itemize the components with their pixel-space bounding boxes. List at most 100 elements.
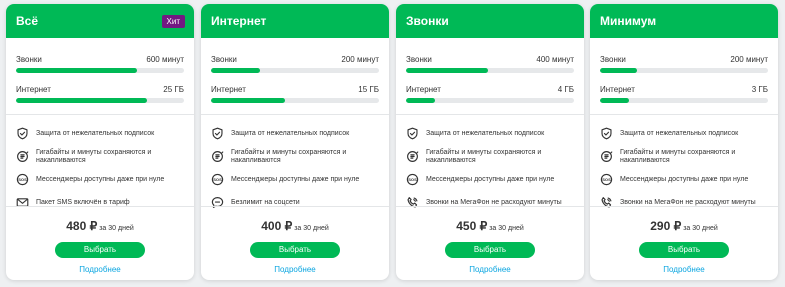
feature-item: Защита от нежелательных подписок: [600, 122, 768, 145]
svg-text:SOS: SOS: [408, 177, 417, 182]
internet-meter: Интернет 4 ГБ: [396, 85, 584, 103]
feature-text: Защита от нежелательных подписок: [620, 129, 739, 137]
card-footer: 400 ₽ за 30 дней Выбрать Подробнее: [201, 206, 389, 274]
internet-label: Интернет: [406, 85, 441, 94]
feature-item: SOS Мессенджеры доступны даже при нуле: [211, 168, 379, 191]
internet-bar: [406, 98, 574, 103]
card-footer: 450 ₽ за 30 дней Выбрать Подробнее: [396, 206, 584, 274]
feature-list: Защита от нежелательных подписок Гигабай…: [590, 115, 778, 214]
internet-bar-fill: [406, 98, 435, 103]
internet-bar-fill: [600, 98, 629, 103]
internet-label: Интернет: [211, 85, 246, 94]
calls-meter: Звонки 400 минут: [396, 55, 584, 73]
calls-value: 600 минут: [146, 55, 184, 64]
price: 450 ₽: [456, 219, 488, 233]
price-line: 400 ₽ за 30 дней: [201, 217, 389, 235]
price-line: 290 ₽ за 30 дней: [590, 217, 778, 235]
feature-text: Мессенджеры доступны даже при нуле: [620, 175, 749, 183]
price-period: за 30 дней: [99, 225, 134, 232]
calls-bar-fill: [600, 68, 637, 73]
price: 290 ₽: [650, 219, 682, 233]
choose-button[interactable]: Выбрать: [639, 242, 729, 258]
price-period: за 30 дней: [489, 225, 524, 232]
feature-list: Защита от нежелательных подписок Гигабай…: [201, 115, 389, 214]
card-header: Звонки: [396, 4, 584, 38]
card-header: Интернет: [201, 4, 389, 38]
rollover-icon: [16, 150, 29, 163]
tariff-card-vse[interactable]: Всё Хит Звонки 600 минут Интернет 25 ГБ За…: [6, 4, 194, 280]
feature-text: Мессенджеры доступны даже при нуле: [426, 175, 555, 183]
feature-text: Гигабайты и минуты сохраняются и накапли…: [36, 148, 152, 164]
price: 480 ₽: [66, 219, 98, 233]
feature-item: Защита от нежелательных подписок: [211, 122, 379, 145]
internet-bar: [600, 98, 768, 103]
calls-value: 200 минут: [730, 55, 768, 64]
internet-meter: Интернет 25 ГБ: [6, 85, 194, 103]
feature-item: Гигабайты и минуты сохраняются и накапли…: [16, 145, 184, 168]
card-header: Всё Хит: [6, 4, 194, 38]
card-title: Всё: [16, 14, 39, 28]
calls-label: Звонки: [406, 55, 432, 64]
price-period: за 30 дней: [294, 225, 329, 232]
internet-value: 4 ГБ: [557, 85, 574, 94]
tariff-card-minimum[interactable]: Минимум Звонки 200 минут Интернет 3 ГБ Защ…: [590, 4, 778, 280]
rollover-icon: [211, 150, 224, 163]
calls-bar: [600, 68, 768, 73]
feature-item: Защита от нежелательных подписок: [16, 122, 184, 145]
choose-button[interactable]: Выбрать: [55, 242, 145, 258]
sos-icon: SOS: [16, 173, 29, 186]
shield-icon: [16, 127, 29, 140]
svg-text:SOS: SOS: [213, 177, 222, 182]
internet-value: 15 ГБ: [358, 85, 379, 94]
details-link[interactable]: Подробнее: [201, 265, 389, 274]
shield-icon: [211, 127, 224, 140]
sos-icon: SOS: [211, 173, 224, 186]
feature-item: Гигабайты и минуты сохраняются и накапли…: [600, 145, 768, 168]
internet-value: 3 ГБ: [751, 85, 768, 94]
internet-meter: Интернет 15 ГБ: [201, 85, 389, 103]
card-footer: 290 ₽ за 30 дней Выбрать Подробнее: [590, 206, 778, 274]
internet-bar-fill: [211, 98, 285, 103]
feature-text: Защита от нежелательных подписок: [231, 129, 350, 137]
details-link[interactable]: Подробнее: [396, 265, 584, 274]
card-title: Звонки: [406, 14, 449, 28]
rollover-icon: [406, 150, 419, 163]
sos-icon: SOS: [406, 173, 419, 186]
choose-button[interactable]: Выбрать: [445, 242, 535, 258]
details-link[interactable]: Подробнее: [6, 265, 194, 274]
internet-label: Интернет: [16, 85, 51, 94]
tariff-card-zvonki[interactable]: Звонки Звонки 400 минут Интернет 4 ГБ Защи…: [396, 4, 584, 280]
price: 400 ₽: [261, 219, 293, 233]
calls-bar: [211, 68, 379, 73]
calls-label: Звонки: [211, 55, 237, 64]
feature-list: Защита от нежелательных подписок Гигабай…: [6, 115, 194, 214]
calls-bar: [16, 68, 184, 73]
calls-bar-fill: [406, 68, 489, 73]
feature-text: Защита от нежелательных подписок: [426, 129, 545, 137]
tariff-cards-row: Всё Хит Звонки 600 минут Интернет 25 ГБ За…: [0, 0, 785, 287]
calls-value: 400 минут: [536, 55, 574, 64]
internet-value: 25 ГБ: [163, 85, 184, 94]
calls-value: 200 минут: [341, 55, 379, 64]
feature-item: Защита от нежелательных подписок: [406, 122, 574, 145]
shield-icon: [600, 127, 613, 140]
calls-bar-fill: [211, 68, 260, 73]
card-footer: 480 ₽ за 30 дней Выбрать Подробнее: [6, 206, 194, 274]
internet-bar: [211, 98, 379, 103]
feature-text: Гигабайты и минуты сохраняются и накапли…: [426, 148, 542, 164]
calls-bar: [406, 68, 574, 73]
feature-text: Защита от нежелательных подписок: [36, 129, 155, 137]
choose-button[interactable]: Выбрать: [250, 242, 340, 258]
details-link[interactable]: Подробнее: [590, 265, 778, 274]
feature-list: Защита от нежелательных подписок Гигабай…: [396, 115, 584, 214]
card-title: Минимум: [600, 14, 657, 28]
feature-item: SOS Мессенджеры доступны даже при нуле: [600, 168, 768, 191]
internet-bar: [16, 98, 184, 103]
price-line: 450 ₽ за 30 дней: [396, 217, 584, 235]
tariff-card-internet[interactable]: Интернет Звонки 200 минут Интернет 15 ГБ З…: [201, 4, 389, 280]
calls-meter: Звонки 200 минут: [590, 55, 778, 73]
internet-label: Интернет: [600, 85, 635, 94]
feature-item: SOS Мессенджеры доступны даже при нуле: [16, 168, 184, 191]
card-header: Минимум: [590, 4, 778, 38]
calls-meter: Звонки 600 минут: [6, 55, 194, 73]
